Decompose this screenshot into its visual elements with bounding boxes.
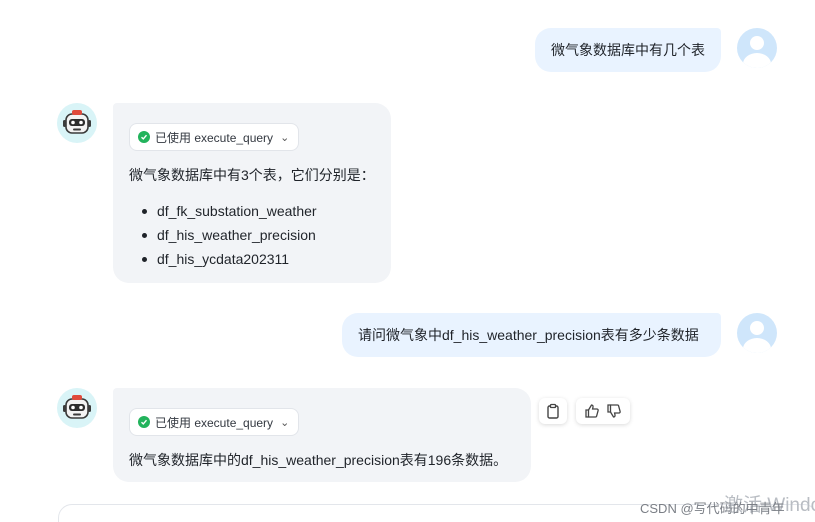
bot-answer-text: 微气象数据库中的df_his_weather_precision表有196条数据… [129,452,508,468]
tool-usage-label: 已使用 execute_query [155,130,274,145]
csdn-watermark: CSDN @写代码的中青年 [640,501,785,516]
tool-usage-toggle[interactable]: 已使用 execute_query ⌄ [129,123,300,151]
user-avatar [737,313,777,353]
chevron-down-icon: ⌄ [280,416,290,429]
thumbs-up-icon [585,404,599,418]
user-message-bubble: 请问微气象中df_his_weather_precision表有多少条数据 [342,313,721,357]
chevron-down-icon: ⌄ [280,131,290,144]
list-item: df_his_weather_precision [142,223,375,247]
user-avatar [737,28,777,68]
user-message-text: 微气象数据库中有几个表 [551,42,705,58]
tool-usage-toggle[interactable]: 已使用 execute_query ⌄ [129,408,300,436]
list-item: df_his_ycdata202311 [142,247,375,271]
thumbs-down-icon [607,404,621,418]
thumbs-down-button[interactable] [606,403,622,419]
bot-avatar [57,103,97,143]
copy-button[interactable] [539,398,567,424]
bot-message-bubble: 已使用 execute_query ⌄ 微气象数据库中有3个表，它们分别是： d… [113,103,391,283]
bot-avatar [57,388,97,428]
robot-avatar-icon [63,110,91,134]
list-item: df_fk_substation_weather [142,199,375,223]
robot-avatar-icon [63,395,91,419]
bot-message-bubble: 已使用 execute_query ⌄ 微气象数据库中的df_his_weath… [113,388,531,482]
check-circle-icon [138,416,150,428]
user-avatar-icon [743,36,771,68]
user-message-bubble: 微气象数据库中有几个表 [535,28,721,72]
bot-answer-intro: 微气象数据库中有3个表，它们分别是： [129,167,375,183]
thumbs-up-button[interactable] [584,403,600,419]
user-message-text: 请问微气象中df_his_weather_precision表有多少条数据 [358,327,699,343]
feedback-buttons [576,398,630,424]
tool-usage-label: 已使用 execute_query [155,415,274,430]
table-list: df_fk_substation_weather df_his_weather_… [129,199,375,271]
clipboard-icon [547,403,559,419]
user-avatar-icon [743,321,771,353]
check-circle-icon [138,131,150,143]
